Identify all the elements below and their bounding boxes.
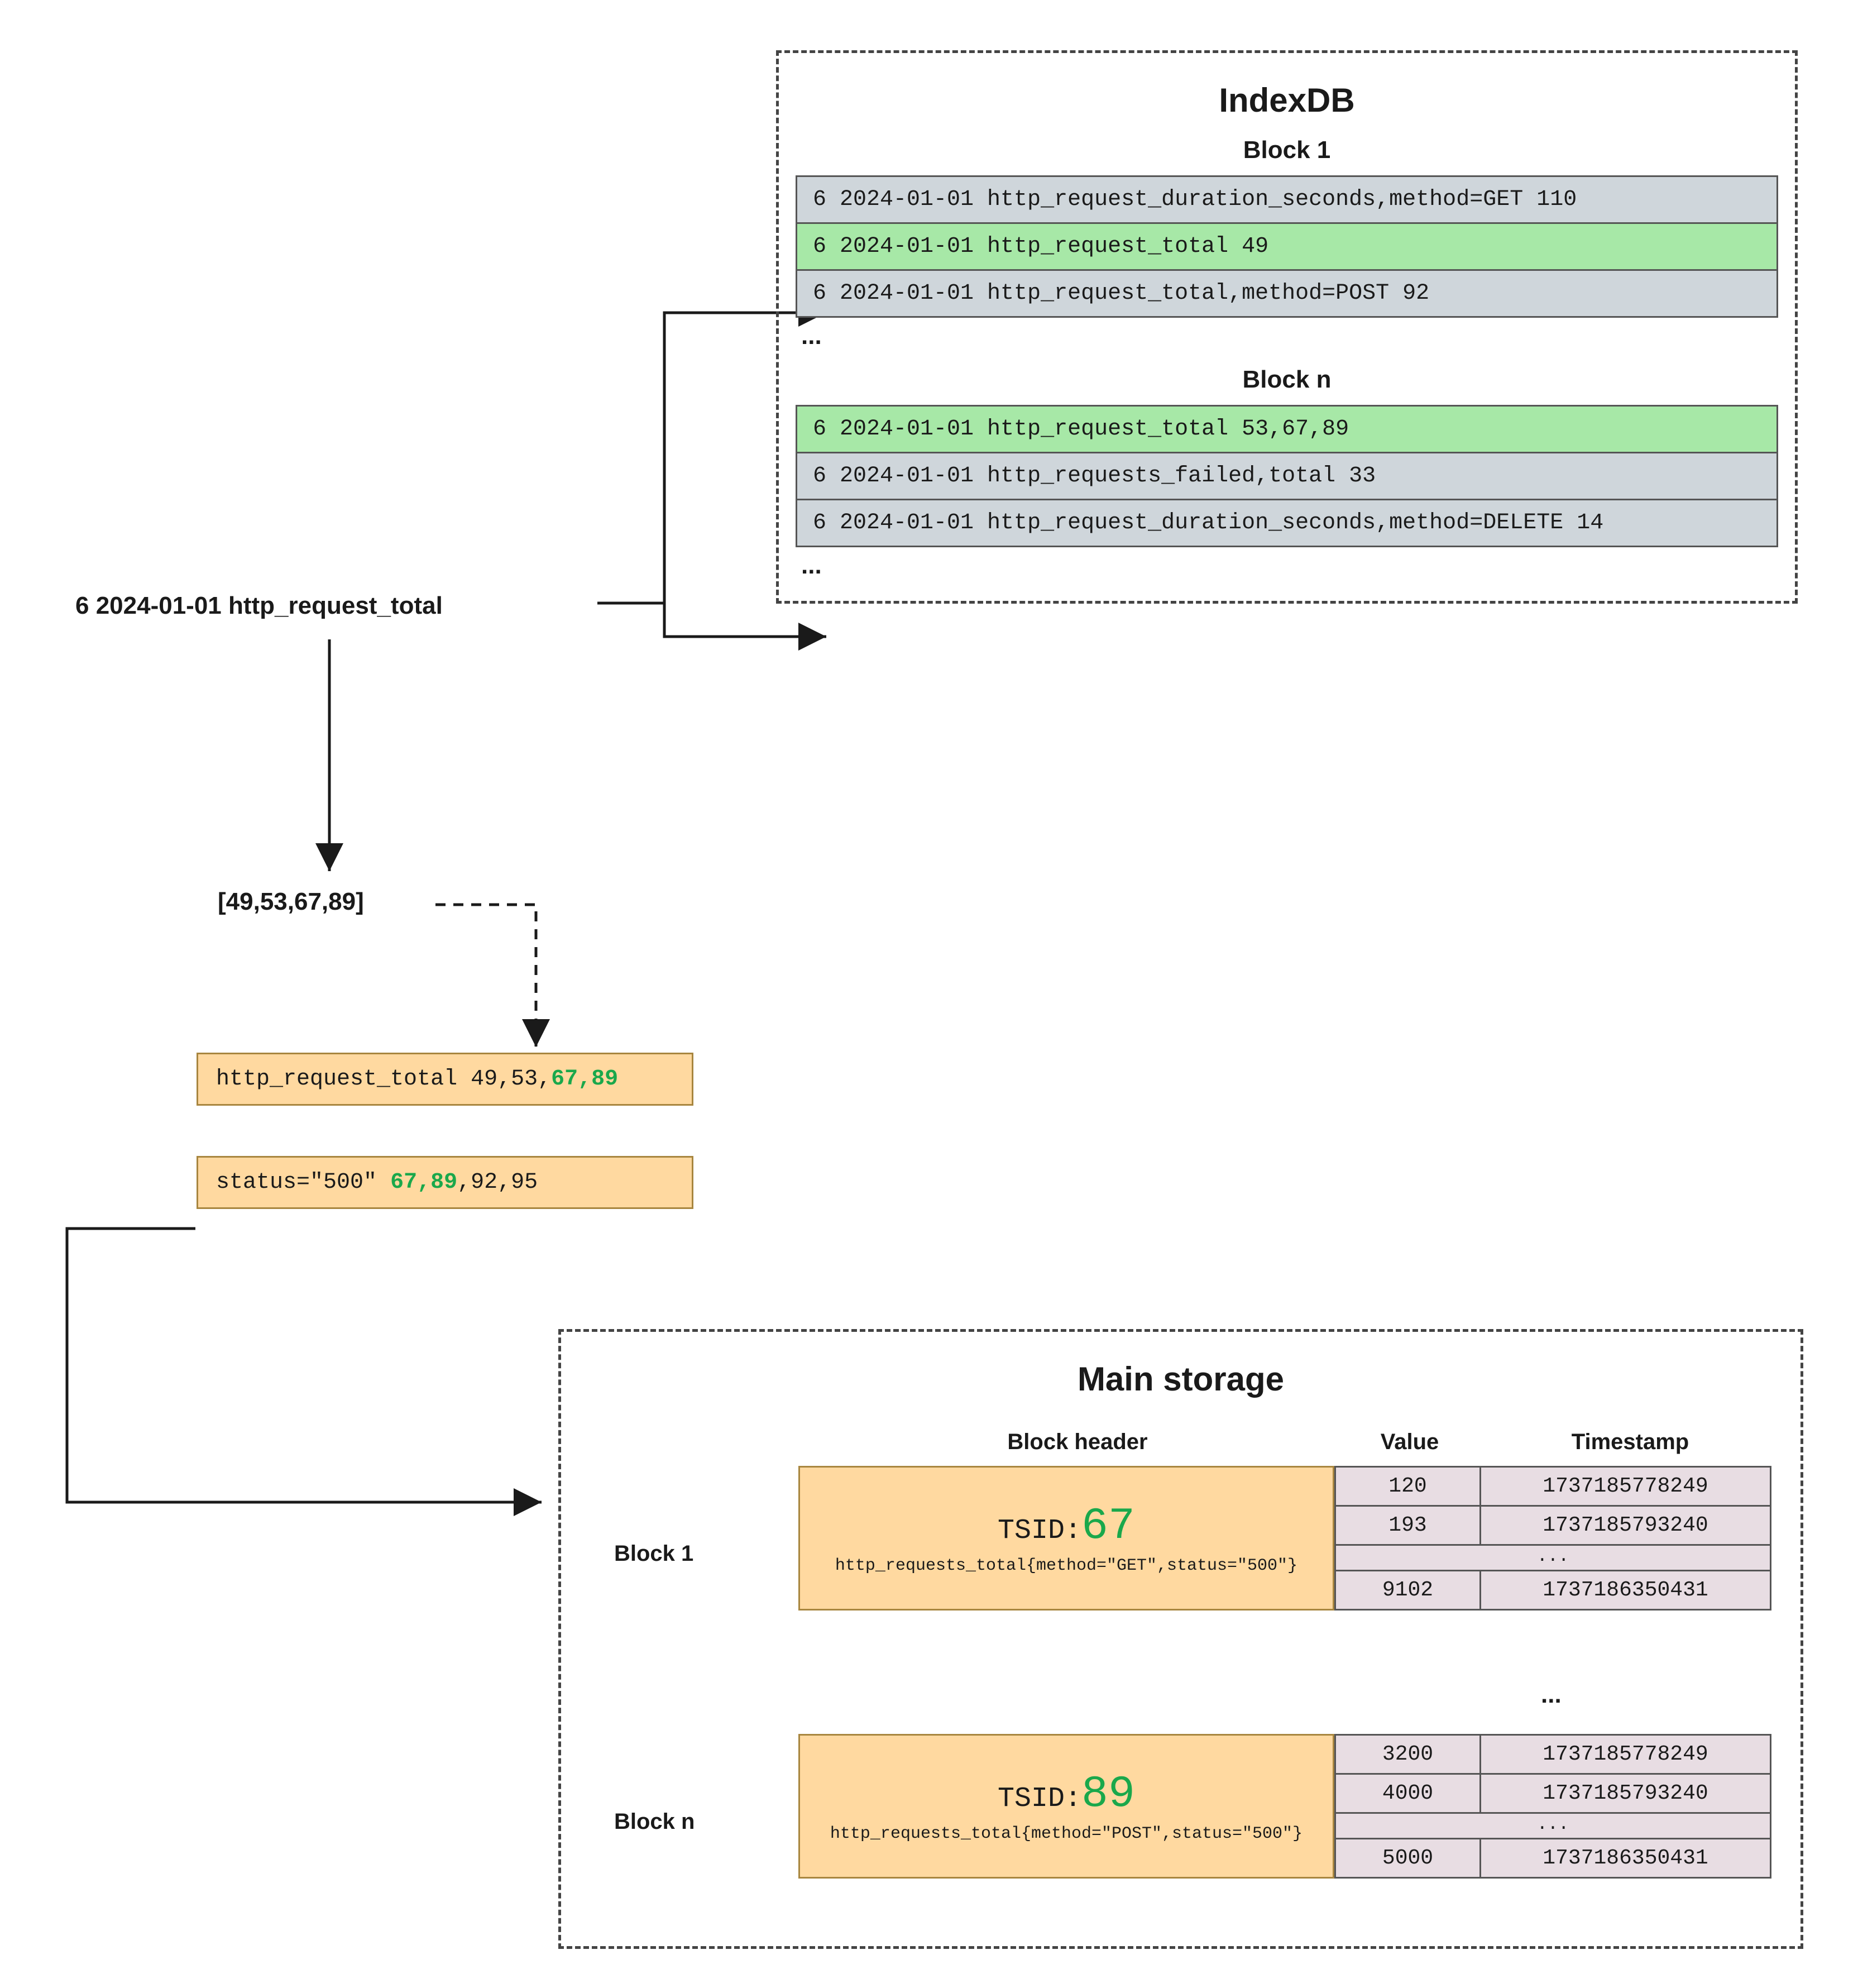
col-blockheader: Block header — [966, 1430, 1189, 1455]
ellipsis: ... — [1335, 1813, 1771, 1839]
cache-text: ,92,95 — [457, 1170, 538, 1195]
tsid-value: 89 — [1081, 1769, 1135, 1820]
cache-ids: 67,89 — [551, 1067, 618, 1092]
block1-side-label: Block 1 — [614, 1541, 693, 1566]
timestamp-cell: 1737186350431 — [1481, 1571, 1771, 1610]
metric-label: http_requests_total{method="POST",status… — [811, 1824, 1321, 1843]
timestamp-cell: 1737185778249 — [1481, 1467, 1771, 1506]
storage-block-n: TSID:89 http_requests_total{method="POST… — [798, 1734, 1771, 1879]
indexdb-row: 6 2024-01-01 http_request_duration_secon… — [797, 500, 1778, 547]
indexdb-title: IndexDB — [796, 81, 1778, 120]
storage-mid-ellipsis: ... — [1541, 1681, 1562, 1709]
result-ids: [49,53,67,89] — [218, 888, 364, 916]
metric-label: http_requests_total{method="GET",status=… — [811, 1556, 1321, 1575]
value-timestamp-table: 32001737185778249 40001737185793240 ... … — [1334, 1734, 1771, 1879]
indexdb-row: 6 2024-01-01 http_requests_failed,total … — [797, 453, 1778, 500]
block-header-cell: TSID:67 http_requests_total{method="GET"… — [798, 1466, 1334, 1611]
timestamp-cell: 1737185778249 — [1481, 1735, 1771, 1774]
ellipsis: ... — [796, 547, 1778, 584]
storage-block-1: TSID:67 http_requests_total{method="GET"… — [798, 1466, 1771, 1611]
timestamp-cell: 1737185793240 — [1481, 1774, 1771, 1813]
timestamp-cell: 1737186350431 — [1481, 1839, 1771, 1878]
blockn-side-label: Block n — [614, 1809, 695, 1834]
value-cell: 9102 — [1335, 1571, 1481, 1610]
indexdb-row: 6 2024-01-01 http_request_total 53,67,89 — [797, 406, 1778, 453]
block-header-cell: TSID:89 http_requests_total{method="POST… — [798, 1734, 1334, 1879]
main-storage-title: Main storage — [578, 1360, 1784, 1398]
indexdb-box: IndexDB Block 1 6 2024-01-01 http_reques… — [776, 50, 1798, 604]
tsid-label: TSID: — [998, 1515, 1081, 1547]
indexdb-row: 6 2024-01-01 http_request_duration_secon… — [797, 176, 1778, 223]
timestamp-cell: 1737185793240 — [1481, 1506, 1771, 1545]
indexdb-blockn-table: 6 2024-01-01 http_request_total 53,67,89… — [796, 405, 1778, 547]
indexdb-row: 6 2024-01-01 http_request_total,method=P… — [797, 270, 1778, 317]
cache-ids: 67,89 — [390, 1170, 457, 1195]
block1-title: Block 1 — [796, 136, 1778, 164]
ellipsis: ... — [1335, 1545, 1771, 1571]
tsid-label: TSID: — [998, 1783, 1081, 1815]
value-cell: 3200 — [1335, 1735, 1481, 1774]
value-timestamp-table: 1201737185778249 1931737185793240 ... 91… — [1334, 1466, 1771, 1611]
cache-text: status="500" — [216, 1170, 390, 1195]
cache-row-status: status="500" 67,89,92,95 — [197, 1156, 693, 1209]
value-cell: 193 — [1335, 1506, 1481, 1545]
cache-text: http_request_total 49,53, — [216, 1067, 551, 1092]
indexdb-block1-table: 6 2024-01-01 http_request_duration_secon… — [796, 175, 1778, 318]
indexdb-row: 6 2024-01-01 http_request_total 49 — [797, 223, 1778, 270]
ellipsis: ... — [796, 318, 1778, 355]
value-cell: 4000 — [1335, 1774, 1481, 1813]
blockn-title: Block n — [796, 366, 1778, 394]
tsid-value: 67 — [1081, 1501, 1135, 1552]
value-cell: 120 — [1335, 1467, 1481, 1506]
cache-row-metric: http_request_total 49,53,67,89 — [197, 1053, 693, 1106]
col-timestamp: Timestamp — [1485, 1430, 1775, 1455]
query-label: 6 2024-01-01 http_request_total — [75, 592, 443, 620]
value-cell: 5000 — [1335, 1839, 1481, 1878]
col-value: Value — [1337, 1430, 1482, 1455]
